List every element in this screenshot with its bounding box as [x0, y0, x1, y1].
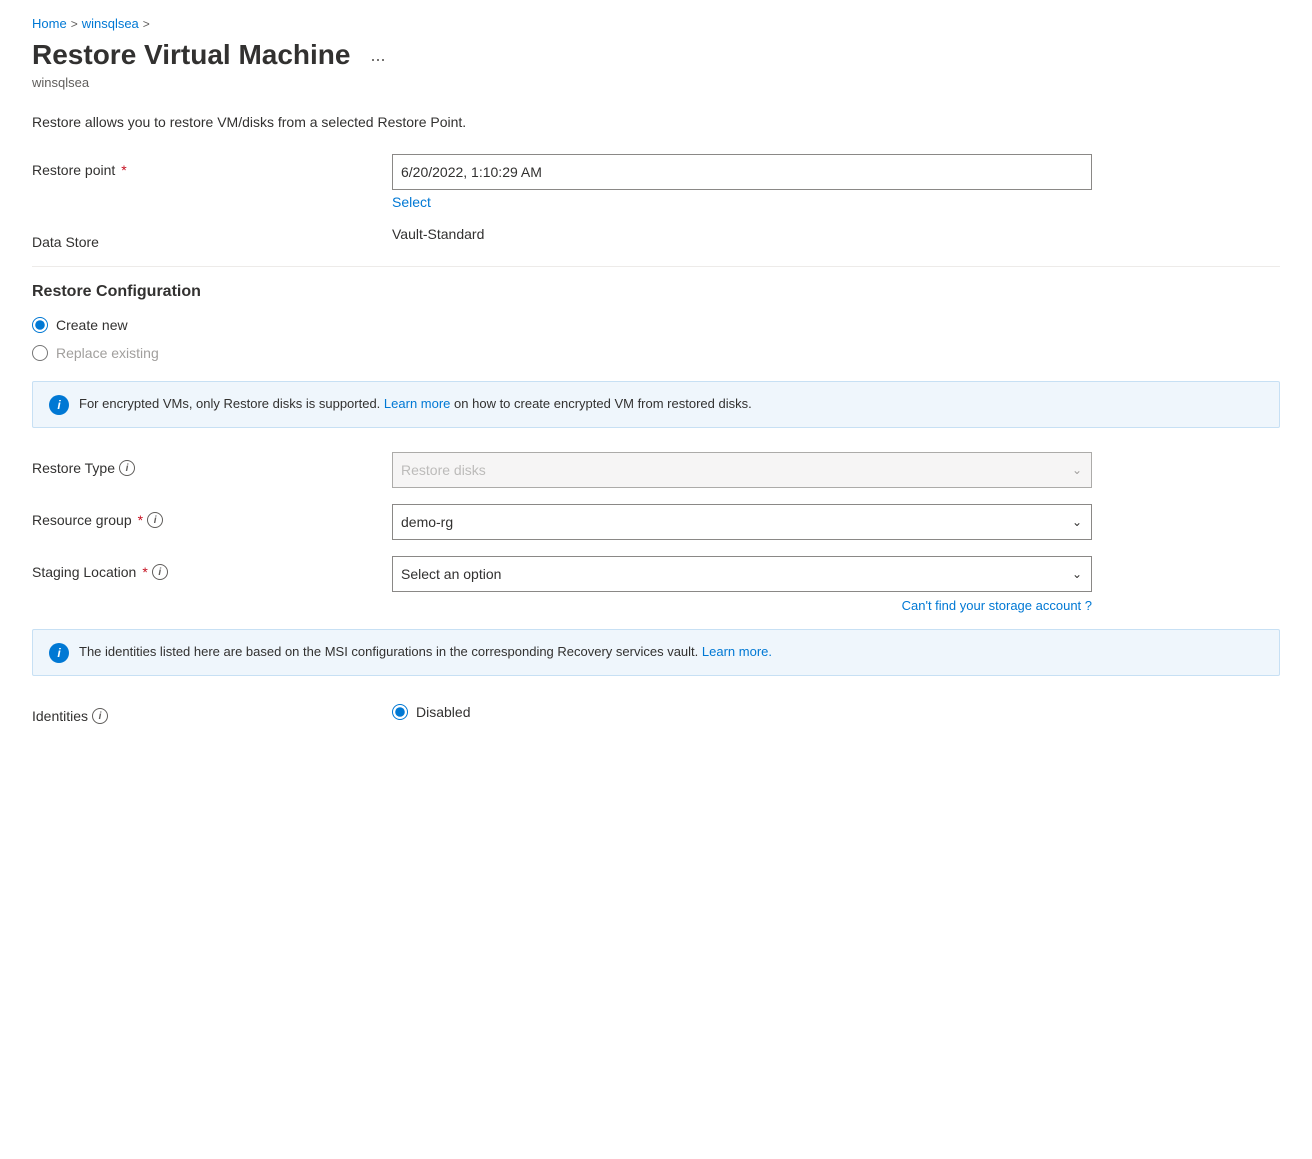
breadcrumb-sep1: > [71, 17, 78, 31]
staging-location-select[interactable]: Select an option [392, 556, 1092, 592]
identities-info-text: The identities listed here are based on … [79, 642, 772, 662]
identities-disabled-radio[interactable] [392, 704, 408, 720]
resource-group-select[interactable]: demo-rg [392, 504, 1092, 540]
staging-location-required-star: * [142, 564, 147, 580]
resource-group-row: Resource group * i demo-rg ⌄ [32, 504, 1280, 540]
restore-type-label: Restore Type i [32, 452, 392, 476]
replace-existing-label: Replace existing [56, 345, 159, 361]
data-store-row: Data Store Vault-Standard [32, 226, 1280, 250]
resource-group-required-star: * [138, 512, 143, 528]
staging-location-dropdown-wrapper: Select an option ⌄ [392, 556, 1092, 592]
restore-type-select[interactable]: Restore disks [392, 452, 1092, 488]
encrypted-info-text: For encrypted VMs, only Restore disks is… [79, 394, 752, 414]
select-link[interactable]: Select [392, 194, 1280, 210]
data-store-control: Vault-Standard [392, 226, 1280, 242]
required-star: * [121, 162, 126, 178]
restore-point-control: Select [392, 154, 1280, 210]
encrypted-info-icon: i [49, 395, 69, 415]
restore-type-info-icon[interactable]: i [119, 460, 135, 476]
cant-find-storage-link[interactable]: Can't find your storage account ? [392, 598, 1092, 613]
description-text: Restore allows you to restore VM/disks f… [32, 114, 1280, 130]
restore-config-radio-group: Create new Replace existing [32, 317, 1280, 361]
data-store-label: Data Store [32, 226, 392, 250]
ellipsis-button[interactable]: ... [362, 41, 393, 70]
replace-existing-radio[interactable] [32, 345, 48, 361]
breadcrumb-sep2: > [143, 17, 150, 31]
resource-group-dropdown-wrapper: demo-rg ⌄ [392, 504, 1092, 540]
create-new-label: Create new [56, 317, 128, 333]
restore-point-label: Restore point * [32, 154, 392, 178]
identities-row: Identities i Disabled [32, 700, 1280, 724]
identities-info-icon-field[interactable]: i [92, 708, 108, 724]
create-new-radio[interactable] [32, 317, 48, 333]
restore-point-input[interactable] [392, 154, 1092, 190]
divider1 [32, 266, 1280, 267]
restore-config-heading: Restore Configuration [32, 283, 1280, 301]
resource-group-info-icon[interactable]: i [147, 512, 163, 528]
breadcrumb-home[interactable]: Home [32, 16, 67, 31]
restore-type-dropdown-wrapper: Restore disks ⌄ [392, 452, 1092, 488]
restore-point-row: Restore point * Select [32, 154, 1280, 210]
restore-type-row: Restore Type i Restore disks ⌄ [32, 452, 1280, 488]
identities-label: Identities i [32, 700, 392, 724]
identities-disabled-option[interactable]: Disabled [392, 704, 1280, 720]
data-store-value: Vault-Standard [392, 218, 484, 242]
page-header: Restore Virtual Machine ... [32, 39, 1280, 71]
form-section: Restore point * Select Data Store Vault-… [32, 154, 1280, 724]
identities-info-icon: i [49, 643, 69, 663]
staging-location-row: Staging Location * i Select an option ⌄ … [32, 556, 1280, 613]
breadcrumb-vm[interactable]: winsqlsea [82, 16, 139, 31]
create-new-option[interactable]: Create new [32, 317, 1280, 333]
breadcrumb: Home > winsqlsea > [32, 16, 1280, 31]
staging-location-label: Staging Location * i [32, 556, 392, 580]
replace-existing-option[interactable]: Replace existing [32, 345, 1280, 361]
restore-type-control: Restore disks ⌄ [392, 452, 1280, 488]
identities-learn-more-link[interactable]: Learn more. [702, 644, 772, 659]
identities-control: Disabled [392, 704, 1280, 720]
page-subtitle: winsqlsea [32, 75, 1280, 90]
resource-group-label: Resource group * i [32, 504, 392, 528]
resource-group-control: demo-rg ⌄ [392, 504, 1280, 540]
staging-location-info-icon[interactable]: i [152, 564, 168, 580]
encrypted-learn-more-link[interactable]: Learn more [384, 396, 450, 411]
identities-info-banner: i The identities listed here are based o… [32, 629, 1280, 676]
encrypted-info-banner: i For encrypted VMs, only Restore disks … [32, 381, 1280, 428]
page-title: Restore Virtual Machine [32, 39, 350, 71]
identities-disabled-label: Disabled [416, 704, 470, 720]
staging-location-control: Select an option ⌄ Can't find your stora… [392, 556, 1280, 613]
